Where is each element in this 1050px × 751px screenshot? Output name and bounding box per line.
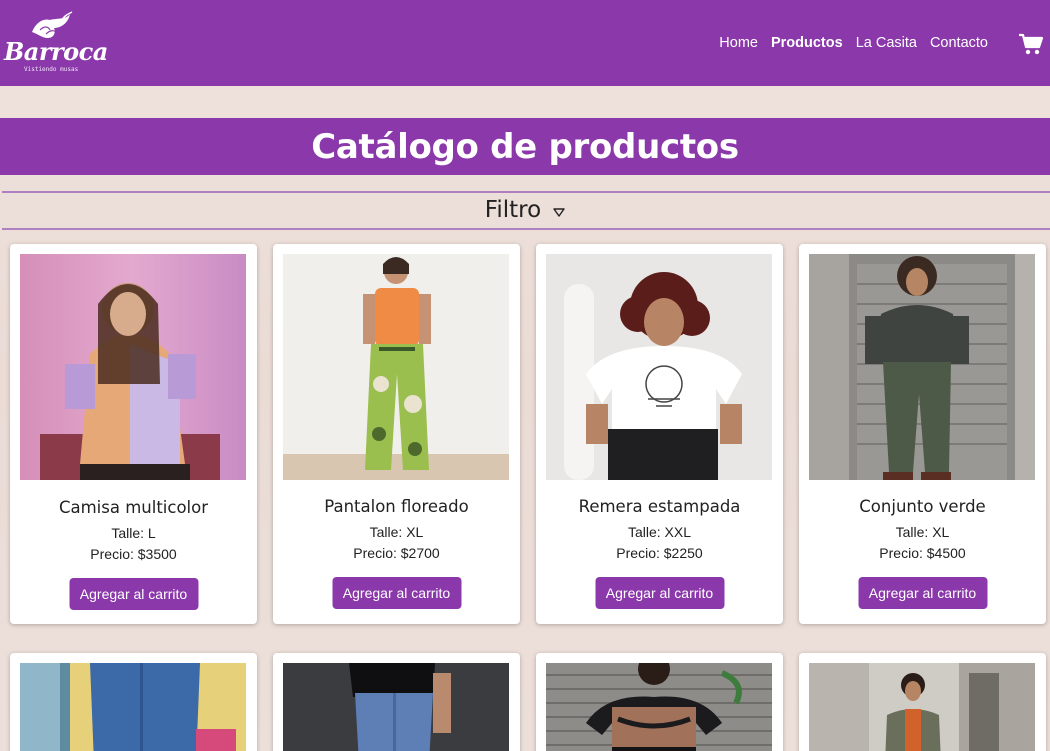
product-name: Pantalon floreado xyxy=(324,497,469,516)
product-image[interactable] xyxy=(20,254,246,480)
product-price: Precio: $2250 xyxy=(616,545,703,561)
product-image[interactable] xyxy=(283,663,509,751)
product-card xyxy=(799,653,1046,751)
product-price: Precio: $4500 xyxy=(879,545,966,561)
add-to-cart-button[interactable]: Agregar al carrito xyxy=(858,577,987,609)
brand-logo[interactable]: Barroca Vistiendo musas xyxy=(2,0,112,86)
add-to-cart-button[interactable]: Agregar al carrito xyxy=(69,578,198,610)
filter-toggle[interactable]: Filtro xyxy=(0,194,1050,226)
product-card: Remera estampada Talle: XXL Precio: $225… xyxy=(536,244,783,624)
product-card xyxy=(536,653,783,751)
filter-label: Filtro xyxy=(484,197,542,223)
add-to-cart-button[interactable]: Agregar al carrito xyxy=(332,577,461,609)
filter-bottom-divider xyxy=(2,228,1050,230)
brand-tagline: Vistiendo musas xyxy=(24,66,79,73)
nav-link-home[interactable]: Home xyxy=(719,35,758,51)
filter-top-divider xyxy=(2,191,1050,193)
product-name: Conjunto verde xyxy=(859,497,986,516)
product-size: Talle: L xyxy=(111,525,156,541)
nav-link-la-casita[interactable]: La Casita xyxy=(856,35,917,51)
product-card: Camisa multicolor Talle: L Precio: $3500… xyxy=(10,244,257,624)
product-name: Camisa multicolor xyxy=(58,498,209,517)
product-card: Pantalon floreado Talle: XL Precio: $270… xyxy=(273,244,520,624)
product-card: Conjunto verde Talle: XL Precio: $4500 A… xyxy=(799,244,1046,624)
caret-down-icon xyxy=(553,207,565,217)
page-title: Catálogo de productos xyxy=(311,126,739,167)
product-image[interactable] xyxy=(546,663,772,751)
main-nav: Home Productos La Casita Contacto xyxy=(706,35,988,51)
product-card xyxy=(273,653,520,751)
product-name: Remera estampada xyxy=(578,497,741,516)
product-image[interactable] xyxy=(546,254,772,480)
product-card xyxy=(10,653,257,751)
product-price: Precio: $3500 xyxy=(90,546,177,562)
product-image[interactable] xyxy=(283,254,509,480)
add-to-cart-button[interactable]: Agregar al carrito xyxy=(595,577,724,609)
navbar: Barroca Vistiendo musas Home Productos L… xyxy=(0,0,1050,86)
title-band: Catálogo de productos xyxy=(0,118,1050,175)
nav-right: Home Productos La Casita Contacto xyxy=(706,0,1050,86)
product-image[interactable] xyxy=(809,254,1035,480)
product-price: Precio: $2700 xyxy=(353,545,440,561)
brand-name: Barroca xyxy=(4,37,108,66)
product-image[interactable] xyxy=(20,663,246,751)
product-size: Talle: XXL xyxy=(627,524,692,540)
nav-link-contacto[interactable]: Contacto xyxy=(930,35,988,51)
product-size: Talle: XL xyxy=(369,524,424,540)
nav-link-productos[interactable]: Productos xyxy=(771,35,843,51)
rose-logo-icon xyxy=(32,11,73,38)
shopping-cart-icon[interactable] xyxy=(1018,33,1044,55)
product-size: Talle: XL xyxy=(895,524,950,540)
product-image[interactable] xyxy=(809,663,1035,751)
